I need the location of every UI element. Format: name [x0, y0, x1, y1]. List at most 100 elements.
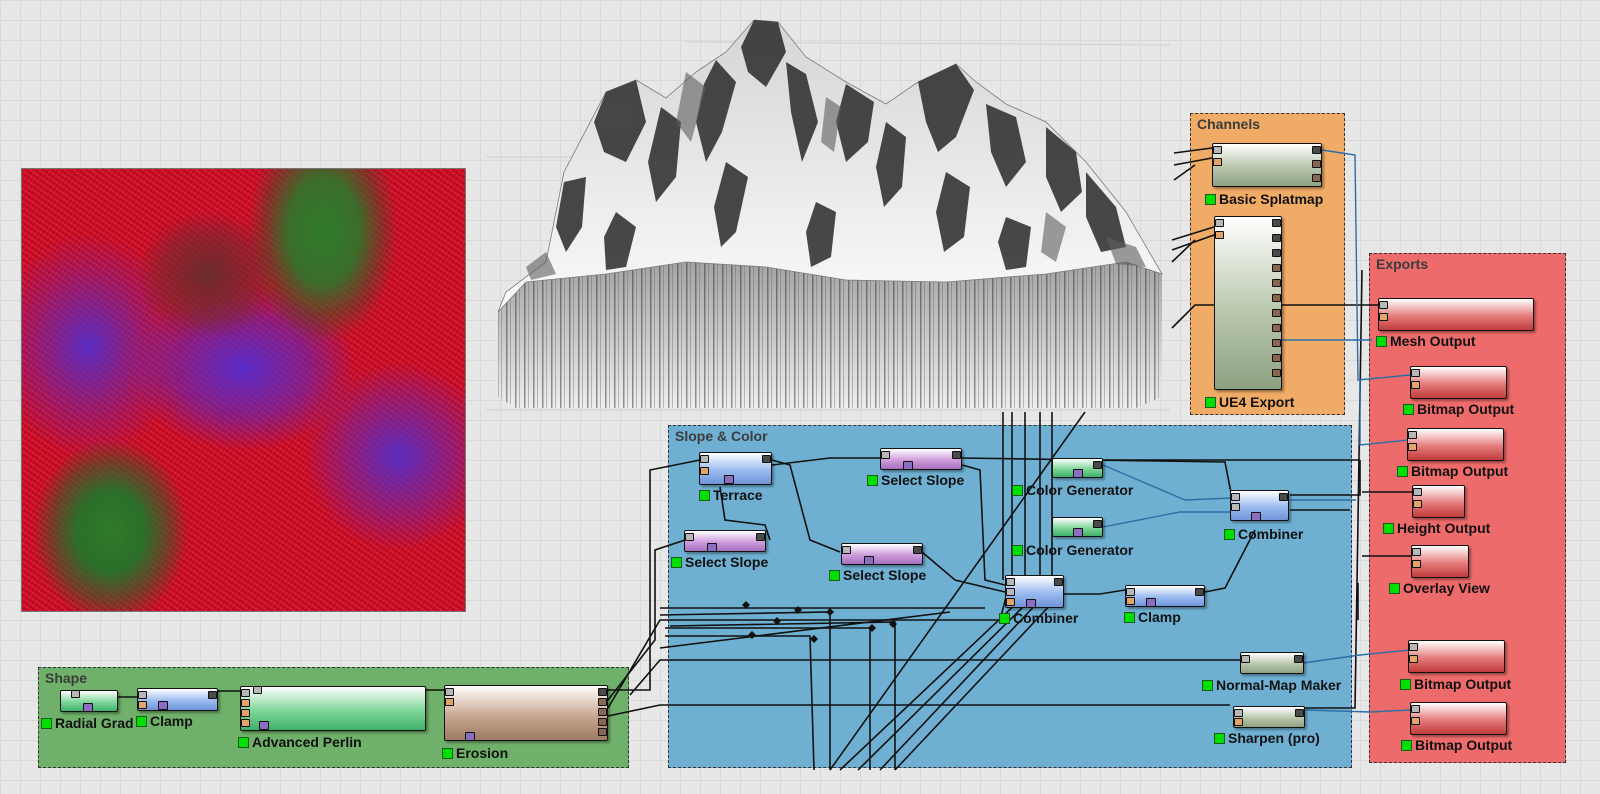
port-icon[interactable] [1272, 219, 1281, 227]
port-icon[interactable] [1234, 718, 1243, 726]
port-icon[interactable] [445, 688, 454, 696]
node-erosion[interactable] [444, 685, 608, 741]
port-icon[interactable] [83, 703, 93, 712]
port-icon[interactable] [1093, 520, 1102, 528]
port-icon[interactable] [1073, 469, 1083, 478]
port-icon[interactable] [724, 475, 734, 484]
port-icon[interactable] [707, 543, 717, 552]
port-icon[interactable] [1195, 588, 1204, 596]
port-icon[interactable] [1411, 717, 1420, 725]
2d-preview-viewport[interactable] [21, 168, 466, 612]
status-led-icon[interactable] [1012, 544, 1023, 556]
port-icon[interactable] [685, 533, 694, 541]
port-icon[interactable] [1379, 313, 1388, 321]
node-height-output[interactable] [1412, 485, 1465, 518]
port-icon[interactable] [1408, 443, 1417, 451]
port-icon[interactable] [756, 533, 765, 541]
port-icon[interactable] [1411, 369, 1420, 377]
node-bitmap-output-4[interactable] [1410, 702, 1507, 735]
node-combiner-1[interactable] [1230, 490, 1289, 521]
node-sharpen-pro[interactable] [1233, 706, 1305, 728]
status-led-icon[interactable] [1403, 403, 1414, 415]
port-icon[interactable] [1411, 381, 1420, 389]
status-led-icon[interactable] [1012, 484, 1023, 496]
status-led-icon[interactable] [1397, 465, 1408, 477]
port-icon[interactable] [1408, 431, 1417, 439]
node-advanced-perlin[interactable] [240, 686, 426, 731]
status-led-icon[interactable] [1383, 522, 1394, 534]
status-led-icon[interactable] [1124, 611, 1135, 623]
port-icon[interactable] [1412, 560, 1421, 568]
port-icon[interactable] [1093, 461, 1102, 469]
node-basic-splatmap[interactable] [1212, 143, 1322, 187]
port-icon[interactable] [71, 690, 80, 698]
port-icon[interactable] [1272, 324, 1281, 332]
status-led-icon[interactable] [1205, 193, 1216, 205]
port-icon[interactable] [1413, 488, 1422, 496]
port-icon[interactable] [598, 728, 607, 736]
port-icon[interactable] [158, 701, 168, 710]
port-icon[interactable] [1215, 231, 1224, 239]
node-mesh-output[interactable] [1378, 298, 1534, 331]
node-combiner-2[interactable] [1005, 575, 1064, 608]
port-icon[interactable] [1312, 160, 1321, 168]
port-icon[interactable] [1006, 578, 1015, 586]
port-icon[interactable] [1006, 598, 1015, 606]
port-icon[interactable] [1411, 705, 1420, 713]
3d-terrain-viewport[interactable] [486, 12, 1171, 412]
port-icon[interactable] [1409, 643, 1418, 651]
status-led-icon[interactable] [1214, 732, 1225, 744]
port-icon[interactable] [1272, 339, 1281, 347]
port-icon[interactable] [1213, 158, 1222, 166]
port-icon[interactable] [1272, 264, 1281, 272]
port-icon[interactable] [1412, 548, 1421, 556]
status-led-icon[interactable] [1401, 739, 1412, 751]
port-icon[interactable] [1279, 493, 1288, 501]
port-icon[interactable] [598, 718, 607, 726]
port-icon[interactable] [1409, 655, 1418, 663]
port-icon[interactable] [842, 546, 851, 554]
port-icon[interactable] [700, 455, 709, 463]
port-icon[interactable] [881, 451, 890, 459]
port-icon[interactable] [259, 721, 269, 730]
port-icon[interactable] [1312, 146, 1321, 154]
status-led-icon[interactable] [867, 474, 878, 486]
port-icon[interactable] [465, 732, 475, 741]
port-icon[interactable] [1294, 655, 1303, 663]
port-icon[interactable] [1312, 174, 1321, 182]
status-led-icon[interactable] [1400, 678, 1411, 690]
port-icon[interactable] [445, 698, 454, 706]
port-icon[interactable] [1126, 588, 1135, 596]
port-icon[interactable] [241, 689, 250, 697]
port-icon[interactable] [1006, 588, 1015, 596]
port-icon[interactable] [1251, 512, 1261, 521]
status-led-icon[interactable] [238, 736, 249, 748]
status-led-icon[interactable] [1224, 528, 1235, 540]
port-icon[interactable] [1231, 493, 1240, 501]
port-icon[interactable] [1295, 709, 1304, 717]
port-icon[interactable] [1234, 709, 1243, 717]
status-led-icon[interactable] [999, 612, 1010, 624]
status-led-icon[interactable] [1389, 582, 1400, 594]
status-led-icon[interactable] [1202, 679, 1213, 691]
port-icon[interactable] [1272, 309, 1281, 317]
port-icon[interactable] [864, 556, 874, 565]
status-led-icon[interactable] [671, 556, 682, 568]
port-icon[interactable] [138, 691, 147, 699]
port-icon[interactable] [241, 709, 250, 717]
port-icon[interactable] [598, 698, 607, 706]
node-radial-grad[interactable] [60, 690, 118, 712]
node-bitmap-output-1[interactable] [1410, 366, 1507, 399]
port-icon[interactable] [598, 708, 607, 716]
port-icon[interactable] [700, 467, 709, 475]
node-bitmap-output-2[interactable] [1407, 428, 1504, 461]
status-led-icon[interactable] [1205, 396, 1216, 408]
port-icon[interactable] [1026, 599, 1036, 608]
node-clamp-shape[interactable] [137, 688, 218, 711]
port-icon[interactable] [1146, 598, 1156, 607]
status-led-icon[interactable] [1376, 335, 1387, 347]
port-icon[interactable] [1215, 219, 1224, 227]
port-icon[interactable] [1413, 500, 1422, 508]
port-icon[interactable] [1126, 597, 1135, 605]
node-overlay-view[interactable] [1411, 545, 1469, 578]
